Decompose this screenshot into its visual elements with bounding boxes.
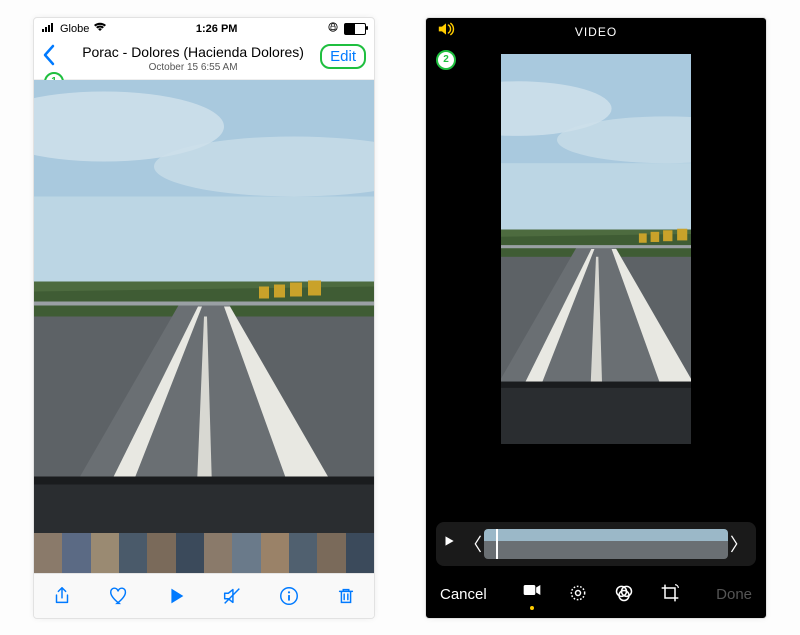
cancel-button[interactable]: Cancel xyxy=(440,586,487,603)
nav-bar: Porac - Dolores (Hacienda Dolores) Octob… xyxy=(34,40,374,80)
favorite-icon[interactable] xyxy=(108,585,130,607)
active-tool-indicator xyxy=(530,606,534,610)
timeline-frames[interactable] xyxy=(484,529,728,559)
adjust-tool-icon[interactable] xyxy=(568,583,588,607)
edit-preview-area[interactable] xyxy=(426,46,766,516)
timeline-play-icon[interactable] xyxy=(442,534,456,553)
crop-tool-icon[interactable] xyxy=(660,583,680,607)
edit-header: VIDEO xyxy=(426,18,766,46)
share-icon[interactable] xyxy=(51,585,73,607)
playhead[interactable] xyxy=(496,529,498,559)
thumbnail-strip[interactable] xyxy=(34,533,374,573)
edit-bottom-toolbar: Cancel Done xyxy=(426,572,766,618)
done-button[interactable]: Done xyxy=(716,586,752,603)
bottom-toolbar xyxy=(34,573,374,618)
edit-button[interactable]: Edit xyxy=(320,44,366,69)
video-edit-screen: VIDEO 2 〈 〉 Cancel xyxy=(425,17,767,619)
photos-detail-screen: Globe 1:26 PM Porac - Dolores (Hacienda … xyxy=(33,17,375,619)
filters-tool-icon[interactable] xyxy=(614,583,634,607)
wifi-icon xyxy=(93,22,107,35)
orientation-lock-icon xyxy=(326,22,340,35)
trim-start-handle[interactable]: 〈 xyxy=(462,531,484,557)
carrier-label: Globe xyxy=(60,23,89,35)
status-bar: Globe 1:26 PM xyxy=(34,18,374,40)
back-button[interactable] xyxy=(42,44,66,71)
trim-end-handle[interactable]: 〉 xyxy=(728,531,750,557)
trash-icon[interactable] xyxy=(335,585,357,607)
battery-icon xyxy=(344,23,366,35)
cellular-signal-icon xyxy=(42,22,56,35)
volume-icon[interactable] xyxy=(436,21,456,42)
mute-icon[interactable] xyxy=(221,585,243,607)
timestamp-subtitle: October 15 6:55 AM xyxy=(66,62,320,73)
media-preview[interactable] xyxy=(34,80,374,533)
video-timeline[interactable]: 〈 〉 xyxy=(436,522,756,566)
clock: 1:26 PM xyxy=(196,23,238,35)
step-badge-2: 2 xyxy=(436,50,456,70)
play-icon[interactable] xyxy=(165,585,187,607)
location-title: Porac - Dolores (Hacienda Dolores) xyxy=(66,44,320,60)
video-tool-icon[interactable] xyxy=(522,580,542,604)
info-icon[interactable] xyxy=(278,585,300,607)
edit-mode-title: VIDEO xyxy=(575,25,617,39)
